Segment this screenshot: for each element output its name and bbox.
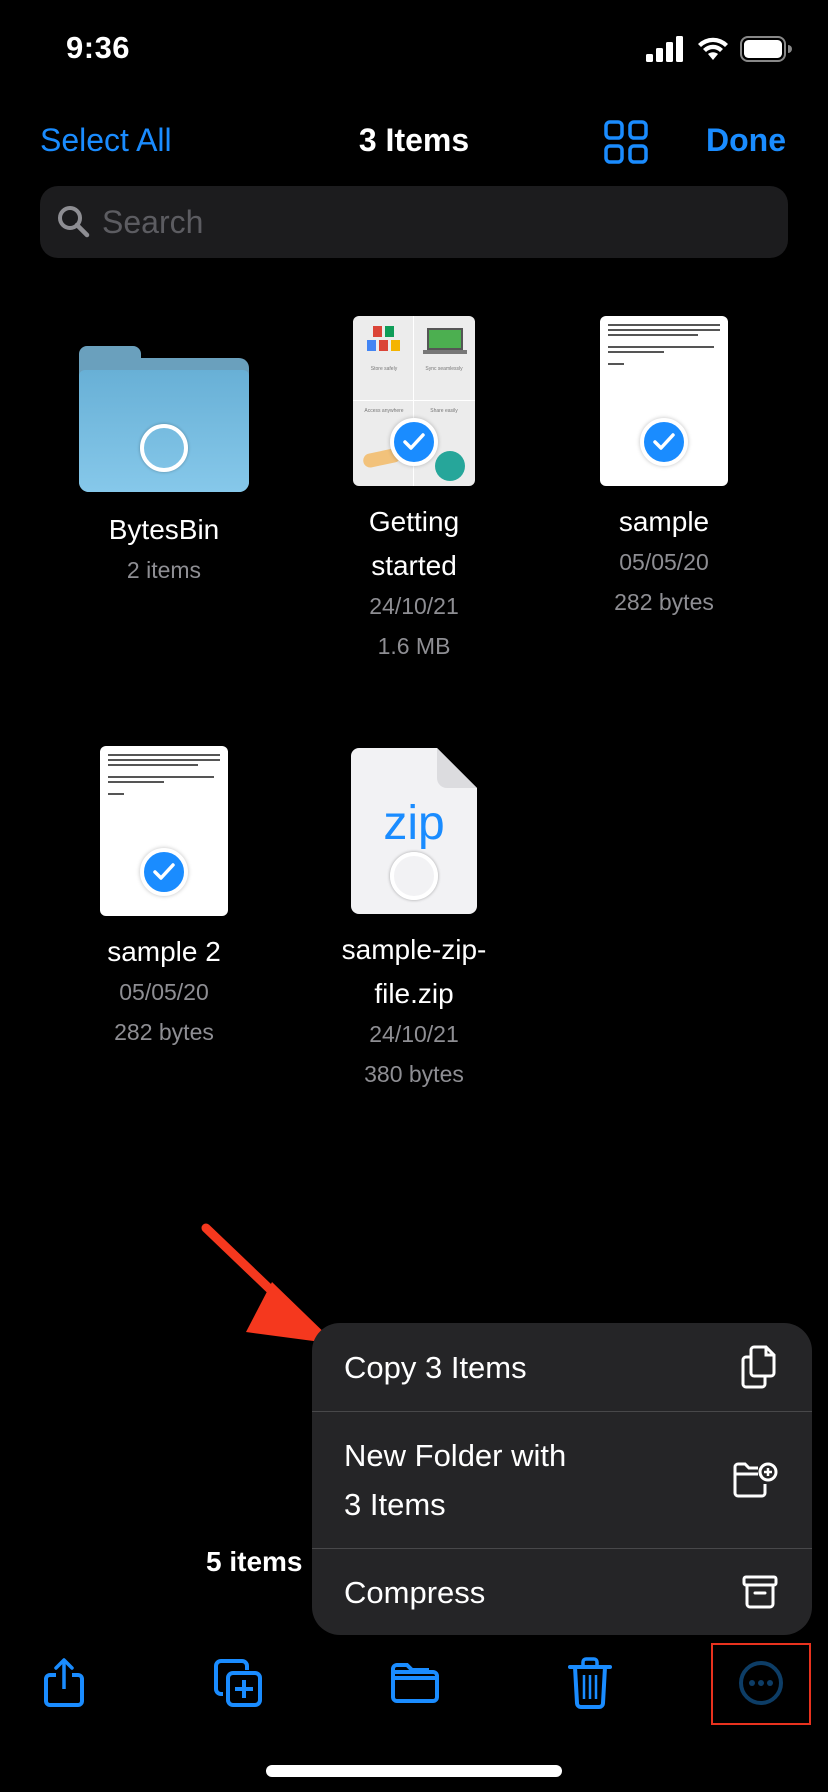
share-icon bbox=[44, 1658, 84, 1707]
item-date: 05/05/20 bbox=[119, 979, 209, 1005]
delete-button[interactable] bbox=[555, 1648, 625, 1718]
item-name: sample-zip- file.zip bbox=[289, 928, 539, 1016]
item-name-line: Getting bbox=[368, 506, 460, 537]
document-thumbnail: Store safely Sync seamlessly Access anyw… bbox=[353, 316, 475, 486]
checkmark-icon bbox=[403, 433, 425, 450]
item-date: 24/10/21 bbox=[369, 593, 459, 619]
selection-checkmark[interactable] bbox=[390, 418, 438, 466]
checkmark-icon bbox=[153, 863, 175, 880]
panel-label: Sync seamlessly bbox=[425, 366, 463, 372]
menu-item-copy[interactable]: Copy 3 Items bbox=[312, 1323, 812, 1411]
item-name: Getting started bbox=[289, 500, 539, 588]
selection-checkmark[interactable] bbox=[640, 418, 688, 466]
folder-icon bbox=[391, 1663, 439, 1703]
item-size: 282 bytes bbox=[114, 1019, 214, 1045]
item-date: 24/10/21 bbox=[369, 1021, 459, 1047]
document-thumbnail bbox=[600, 316, 728, 486]
item-name-line: started bbox=[371, 550, 457, 581]
grid-item-sample-zip-file[interactable]: zip sample-zip- file.zip 24/10/21 380 by… bbox=[289, 748, 539, 1094]
item-name: sample 2 bbox=[107, 936, 221, 967]
view-toggle-button[interactable] bbox=[604, 120, 648, 164]
item-meta: 2 items bbox=[126, 557, 202, 583]
duplicate-icon bbox=[214, 1659, 262, 1707]
status-bar: 9:36 bbox=[0, 0, 828, 100]
trash-icon bbox=[568, 1657, 612, 1709]
menu-item-label: New Folder with 3 Items bbox=[344, 1431, 566, 1529]
document-thumbnail bbox=[100, 746, 228, 916]
menu-item-label-line: New Folder with bbox=[344, 1438, 567, 1473]
folder-plus-icon bbox=[733, 1462, 778, 1498]
archive-box-icon bbox=[742, 1575, 778, 1609]
item-count-summary: 5 items bbox=[206, 1546, 303, 1577]
checkmark-icon bbox=[653, 433, 675, 450]
item-date: 05/05/20 bbox=[619, 549, 709, 575]
selection-checkmark[interactable] bbox=[140, 848, 188, 896]
move-to-folder-button[interactable] bbox=[380, 1648, 450, 1718]
menu-item-new-folder[interactable]: New Folder with 3 Items bbox=[312, 1412, 812, 1548]
cellular-signal-icon bbox=[646, 36, 683, 62]
grid-item-bytesbin[interactable]: BytesBin 2 items bbox=[39, 346, 289, 590]
selection-circle-unchecked[interactable] bbox=[390, 852, 438, 900]
menu-item-compress[interactable]: Compress bbox=[312, 1549, 812, 1635]
grid-icon bbox=[604, 120, 648, 164]
selection-circle-unchecked[interactable] bbox=[140, 424, 188, 472]
grid-item-getting-started[interactable]: Store safely Sync seamlessly Access anyw… bbox=[289, 316, 539, 666]
context-menu: Copy 3 Items New Folder with 3 Items Com… bbox=[312, 1323, 812, 1635]
docs-icons bbox=[367, 326, 400, 351]
menu-item-label: Compress bbox=[344, 1574, 486, 1610]
search-icon bbox=[58, 206, 90, 238]
duplicate-button[interactable] bbox=[203, 1648, 273, 1718]
item-size: 282 bytes bbox=[614, 589, 714, 615]
folder-thumbnail bbox=[79, 346, 249, 494]
panel-label: Share easily bbox=[430, 408, 458, 414]
item-name-line: sample-zip- bbox=[341, 934, 487, 965]
annotation-highlight-box bbox=[711, 1643, 811, 1725]
item-name: BytesBin bbox=[108, 514, 220, 545]
item-name-line: file.zip bbox=[374, 978, 454, 1009]
navigation-bar: Select All 3 Items Done bbox=[0, 110, 828, 170]
zip-file-thumbnail: zip bbox=[351, 748, 477, 914]
page-title: 3 Items bbox=[358, 122, 470, 158]
zip-label: zip bbox=[383, 797, 445, 850]
laptop-icon bbox=[423, 328, 467, 354]
item-size: 380 bytes bbox=[364, 1061, 464, 1087]
done-button[interactable]: Done bbox=[706, 122, 786, 159]
copy-documents-icon bbox=[741, 1345, 776, 1389]
item-name: sample bbox=[618, 506, 710, 537]
wifi-icon bbox=[698, 37, 728, 60]
item-size: 1.6 MB bbox=[377, 633, 451, 659]
menu-item-label: Copy 3 Items bbox=[344, 1349, 527, 1385]
menu-item-label-line: 3 Items bbox=[344, 1487, 446, 1522]
share-button[interactable] bbox=[29, 1648, 99, 1718]
grid-item-sample[interactable]: sample 05/05/20 282 bytes bbox=[539, 316, 789, 622]
status-time: 9:36 bbox=[66, 30, 131, 65]
bottom-toolbar bbox=[0, 1640, 828, 1720]
search-bar[interactable] bbox=[40, 186, 788, 258]
battery-icon bbox=[740, 36, 792, 62]
search-input[interactable] bbox=[102, 203, 742, 241]
status-icons bbox=[646, 36, 792, 62]
home-indicator[interactable] bbox=[266, 1765, 562, 1777]
panel-label: Store safely bbox=[370, 366, 398, 372]
grid-item-sample-2[interactable]: sample 2 05/05/20 282 bytes bbox=[39, 746, 289, 1052]
panel-label: Access anywhere bbox=[364, 408, 404, 414]
